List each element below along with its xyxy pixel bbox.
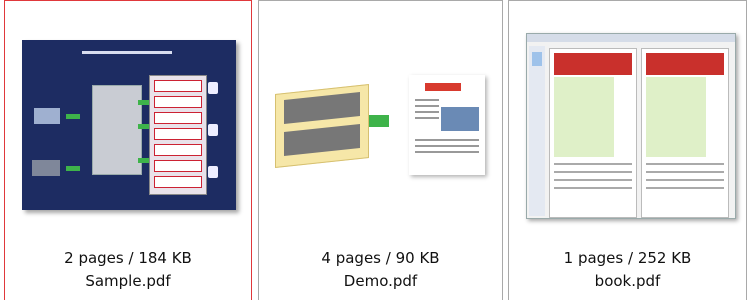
file-caption: 2 pages / 184 KB Sample.pdf bbox=[5, 247, 251, 293]
file-name: book.pdf bbox=[594, 272, 661, 290]
file-thumbnail bbox=[5, 19, 251, 229]
file-pages-size: 1 pages / 252 KB bbox=[563, 249, 692, 267]
file-thumbnail bbox=[509, 19, 746, 229]
file-caption: 1 pages / 252 KB book.pdf bbox=[509, 247, 746, 293]
file-tile-book[interactable]: 1 pages / 252 KB book.pdf bbox=[508, 0, 747, 300]
file-pages-size: 2 pages / 184 KB bbox=[64, 249, 192, 267]
file-name: Sample.pdf bbox=[85, 272, 171, 290]
file-tile-demo[interactable]: 4 pages / 90 KB Demo.pdf bbox=[258, 0, 503, 300]
slide-preview-image bbox=[22, 40, 236, 210]
file-name: Demo.pdf bbox=[343, 272, 418, 290]
demo-photos-preview bbox=[275, 84, 369, 168]
file-tile-sample[interactable]: 2 pages / 184 KB Sample.pdf bbox=[4, 0, 252, 300]
book-preview-image bbox=[526, 33, 736, 219]
file-thumbnail bbox=[259, 19, 502, 229]
file-pages-size: 4 pages / 90 KB bbox=[321, 249, 440, 267]
arrow-right-icon bbox=[369, 115, 389, 127]
file-caption: 4 pages / 90 KB Demo.pdf bbox=[259, 247, 502, 293]
demo-page-preview bbox=[409, 75, 485, 175]
file-thumbnail-grid: 2 pages / 184 KB Sample.pdf 4 pages / 90… bbox=[0, 0, 747, 300]
